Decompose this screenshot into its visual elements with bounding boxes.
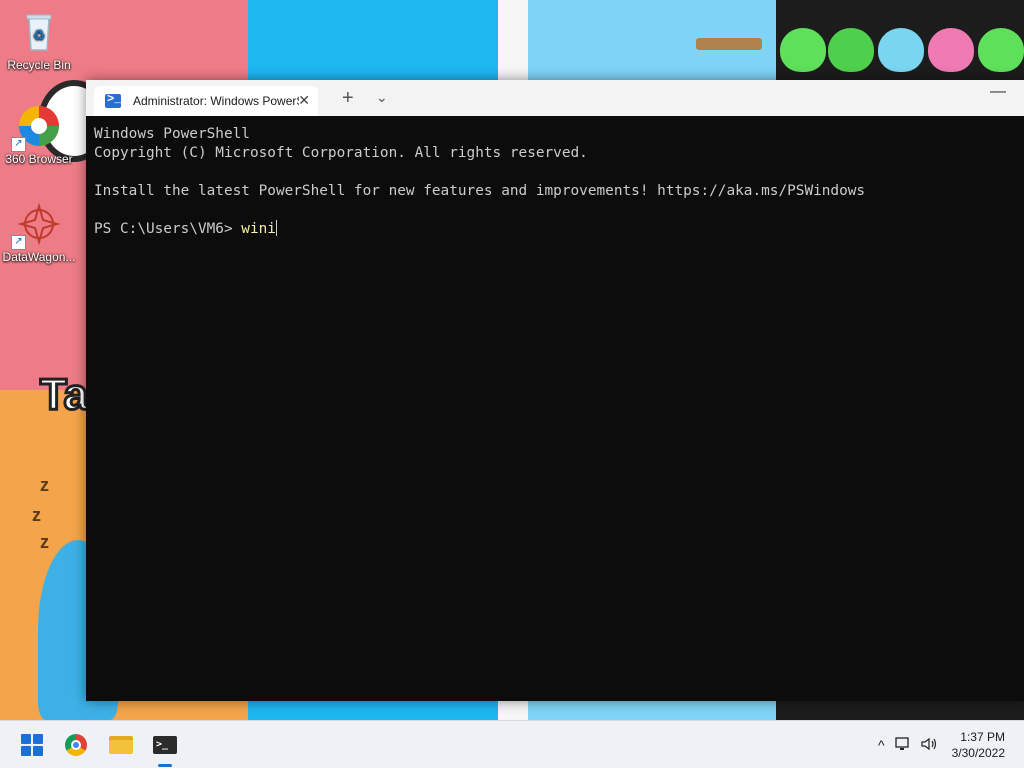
desktop-icon-label: 360 Browser <box>5 152 73 166</box>
command-input[interactable]: wini <box>241 221 276 237</box>
desktop-icon-recycle-bin[interactable]: ♻ Recycle Bin <box>0 10 78 72</box>
tab-dropdown-button[interactable]: ⌄ <box>376 89 388 106</box>
taskbar-chrome-button[interactable] <box>58 727 94 763</box>
volume-icon[interactable] <box>921 737 939 754</box>
shortcut-arrow-icon: ↗ <box>11 137 26 152</box>
shortcut-arrow-icon: ↗ <box>11 235 26 250</box>
console-line: Install the latest PowerShell for new fe… <box>94 183 866 199</box>
prompt-line[interactable]: PS C:\Users\VM6> wini <box>94 220 1016 239</box>
desktop-icon-datawagon[interactable]: ↗ DataWagon... <box>0 202 78 264</box>
svg-text:♻: ♻ <box>33 28 46 44</box>
text-cursor <box>275 220 277 236</box>
chrome-icon <box>65 734 87 756</box>
recycle-bin-icon: ♻ <box>17 10 61 54</box>
terminal-icon: >_ <box>153 736 177 754</box>
clock-date: 3/30/2022 <box>951 746 1005 760</box>
desktop-icon-360-browser[interactable]: ↗ 360 Browser <box>0 104 78 166</box>
network-icon[interactable] <box>894 736 911 754</box>
console-output[interactable]: Windows PowerShell Copyright (C) Microsof… <box>86 116 1024 248</box>
taskbar-file-explorer-button[interactable] <box>103 727 139 763</box>
desktop-icon-label: Recycle Bin <box>7 58 71 72</box>
powershell-icon: >_ <box>105 92 122 108</box>
title-bar[interactable]: >_ Administrator: Windows PowerS ✕ + ⌄ — <box>86 80 1024 116</box>
clock[interactable]: 1:37 PM 3/30/2022 <box>952 729 1005 761</box>
prompt: PS C:\Users\VM6> <box>94 221 242 237</box>
windows-start-icon <box>21 734 43 756</box>
system-tray: ^ 1:37 PM 3/30/2022 <box>873 721 1024 769</box>
active-app-indicator <box>158 764 172 767</box>
console-line: Copyright (C) Microsoft Corporation. All… <box>94 145 588 161</box>
clock-time: 1:37 PM <box>960 730 1005 744</box>
start-button[interactable] <box>14 727 50 763</box>
360-browser-icon: ↗ <box>11 104 61 152</box>
tab-powershell[interactable]: >_ Administrator: Windows PowerS ✕ <box>94 86 318 116</box>
file-explorer-icon <box>109 736 133 754</box>
new-tab-button[interactable]: + <box>342 88 354 108</box>
taskbar-terminal-button[interactable]: >_ <box>147 727 183 763</box>
close-tab-icon[interactable]: ✕ <box>298 92 310 109</box>
terminal-window[interactable]: >_ Administrator: Windows PowerS ✕ + ⌄ —… <box>86 80 1024 701</box>
taskbar: >_ ^ 1:37 PM 3/30/2022 <box>0 720 1024 768</box>
minimize-button[interactable]: — <box>990 83 1006 101</box>
datawagon-icon: ↗ <box>11 202 61 250</box>
show-hidden-icons-chevron-icon[interactable]: ^ <box>878 737 885 753</box>
desktop-icon-label: DataWagon... <box>2 250 76 264</box>
tab-title: Administrator: Windows PowerS <box>133 94 299 108</box>
console-line: Windows PowerShell <box>94 126 250 142</box>
